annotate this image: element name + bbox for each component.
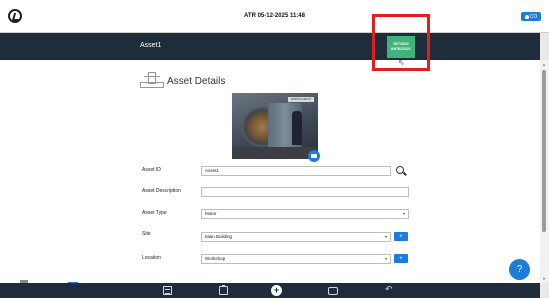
print-icon[interactable] (328, 287, 338, 295)
location-label: Location (142, 255, 161, 261)
location-select[interactable]: Workshop ▾ (201, 254, 391, 264)
user-button[interactable]: CO (521, 12, 541, 21)
bottom-toolbar: + ↶ (0, 283, 540, 298)
chevron-down-icon: ▾ (384, 256, 387, 261)
site-value: Main Building (205, 234, 233, 239)
mouse-cursor-icon: ⇖ (398, 58, 405, 67)
asset-type-select[interactable]: Motor ▾ (201, 209, 409, 219)
list-icon[interactable] (163, 286, 172, 295)
help-button[interactable]: ? (509, 259, 530, 280)
camera-icon (311, 154, 317, 158)
asset-name: Asset1 (140, 42, 162, 49)
asset-code-button[interactable]: SET1D0X BN7B2X321 (387, 36, 415, 58)
asset-type-value: Motor (205, 211, 217, 216)
camera-button[interactable] (308, 150, 320, 162)
asset-description-field[interactable] (201, 187, 409, 197)
asset-id-label: Asset ID (142, 167, 161, 173)
add-site-button[interactable]: + (394, 232, 408, 241)
chevron-down-icon: ▾ (402, 211, 405, 216)
top-bar: ATR 05-12-2025 11:48 CO (0, 0, 549, 33)
user-label: CO (529, 13, 538, 20)
top-title: ATR 05-12-2025 11:48 (244, 13, 305, 19)
search-icon[interactable] (396, 166, 404, 174)
site-select[interactable]: Main Building ▾ (201, 232, 391, 242)
asset-description-label: Asset Description (142, 188, 181, 194)
location-value: Workshop (205, 256, 226, 261)
photo-sign: WINDING DEPOT (288, 97, 314, 102)
asset-id-field[interactable]: Asset1 (201, 166, 391, 176)
add-location-button[interactable]: + (394, 254, 408, 263)
add-button[interactable]: + (271, 285, 282, 296)
asset-type-label: Asset Type (142, 210, 167, 216)
section-title: Asset Details (167, 76, 226, 87)
scroll-up-icon[interactable]: ▲ (542, 62, 546, 67)
scroll-down-icon[interactable]: ▼ (542, 276, 546, 281)
asset-header: Asset1 SET1D0X BN7B2X321 (0, 33, 540, 60)
asset-details-icon (140, 70, 164, 92)
scrollbar-thumb[interactable] (542, 70, 546, 232)
clipboard-icon[interactable] (219, 285, 228, 295)
user-icon (524, 14, 529, 19)
back-icon[interactable]: ↶ (385, 284, 395, 296)
asset-photo[interactable]: WINDING DEPOT (232, 93, 318, 159)
asset-code-line2: BN7B2X321 (391, 47, 411, 51)
chevron-down-icon: ▾ (384, 234, 387, 239)
site-label: Site (142, 231, 151, 237)
